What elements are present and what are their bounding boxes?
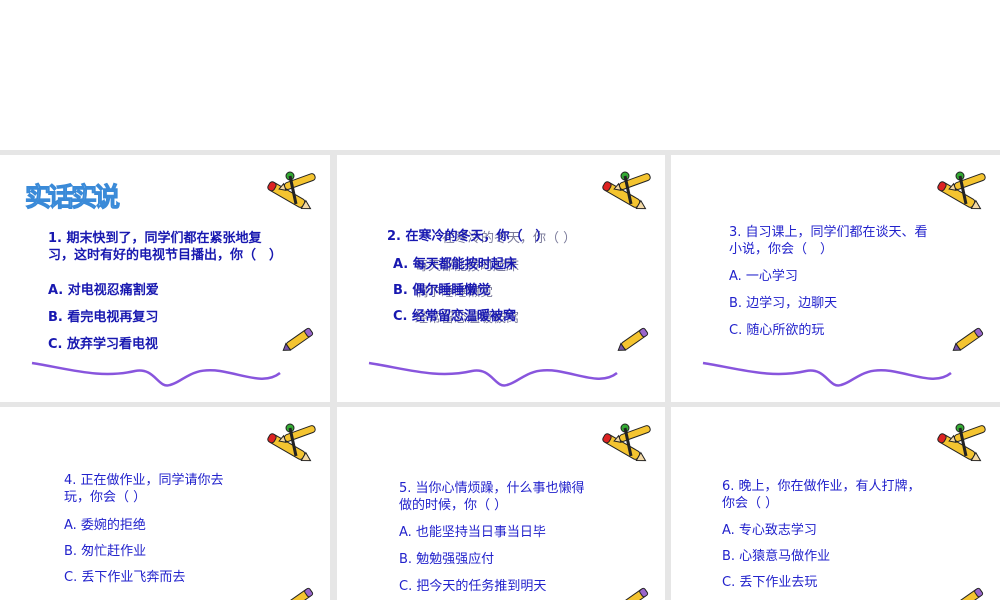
option-b: B. 看完电视再复习 [48, 310, 159, 325]
slide-title: 实话实说 [24, 183, 120, 214]
option-a: A. 一心学习 [729, 269, 798, 284]
question-text: 你会（ ） [722, 496, 779, 511]
option-c: C. 把今天的任务推到明天 [399, 579, 547, 594]
question-text: 1. 期末快到了，同学们都在紧张地复 [48, 231, 262, 246]
option-c: C. 随心所欲的玩 [729, 323, 825, 338]
top-blank-area [0, 0, 1000, 150]
pencil-clipart-icon [950, 585, 986, 600]
option-b: B. 边学习，边聊天 [729, 296, 838, 311]
option-b: B. 匆忙赶作业 [64, 544, 147, 559]
wave-divider [368, 361, 618, 387]
question-text: 2. 在寒冷的冬天，你（ ） [387, 229, 549, 244]
question-text: 6. 晚上，你在做作业，有人打牌， [722, 479, 921, 494]
option-a: A. 专心致志学习 [722, 523, 817, 538]
pencil-clipart-icon [280, 585, 316, 600]
pencils-clipart-icon [266, 422, 320, 466]
question-text: 小说，你会（ ） [729, 242, 834, 257]
pencils-clipart-icon [601, 422, 655, 466]
wave-divider [702, 361, 952, 387]
pencils-clipart-icon [936, 170, 990, 214]
pencil-clipart-icon [615, 585, 651, 600]
slide-thumbnail-6[interactable]: 6. 晚上，你在做作业，有人打牌， 你会（ ） A. 专心致志学习 B. 心猿意马做作… [671, 407, 1000, 600]
pencils-clipart-icon [936, 422, 990, 466]
option-c: C. 丢下作业飞奔而去 [64, 570, 186, 585]
wave-divider [31, 361, 281, 387]
pencils-clipart-icon [266, 170, 320, 214]
option-a: A. 对电视忍痛割爱 [48, 283, 159, 298]
slide-thumbnail-5[interactable]: 5. 当你心情烦躁，什么事也懒得 做的时候，你（ ） A. 也能坚持当日事当日毕 B.… [337, 407, 665, 600]
slide-thumbnail-4[interactable]: 4. 正在做作业，同学请你去 玩，你会（ ） A. 委婉的拒绝 B. 匆忙赶作业 C. … [0, 407, 330, 600]
slide-thumbnail-2[interactable]: 在寒冷的冬天，你（ ）每天都能按时起床 偶尔睡睡懒觉 经常留恋温暖被窝 2. 在寒冷的… [337, 155, 665, 402]
option-c: C. 放弃学习看电视 [48, 337, 159, 352]
option-c: C. 丢下作业去玩 [722, 575, 818, 590]
option-b: B. 心猿意马做作业 [722, 549, 831, 564]
question-text: 4. 正在做作业，同学请你去 [64, 473, 224, 488]
option-a: A. 每天都能按时起床 [393, 257, 517, 272]
option-a: A. 也能坚持当日事当日毕 [399, 525, 546, 540]
question-text: 3. 自习课上，同学们都在谈天、看 [729, 225, 928, 240]
slide-thumbnail-3[interactable]: 3. 自习课上，同学们都在谈天、看 小说，你会（ ） A. 一心学习 B. 边学习，边… [671, 155, 1000, 402]
option-a: A. 委婉的拒绝 [64, 518, 146, 533]
pencils-clipart-icon [601, 170, 655, 214]
question-text: 习，这时有好的电视节目播出，你（ ） [48, 248, 283, 263]
option-b: B. 偶尔睡睡懒觉 [393, 283, 491, 298]
pencil-clipart-icon [615, 325, 651, 359]
question-text: 玩，你会（ ） [64, 490, 147, 505]
option-b: B. 勉勉强强应付 [399, 552, 495, 567]
question-text: 5. 当你心情烦躁，什么事也懒得 [399, 481, 585, 496]
option-c: C. 经常留恋温暖被窝 [393, 309, 517, 324]
pencil-clipart-icon [950, 325, 986, 359]
pencil-clipart-icon [280, 325, 316, 359]
slide-thumbnail-1[interactable]: 实话实说 1. 期末快到了，同学们都在紧张地复习，这时有好的电视节目播出，你（ ）… [0, 155, 330, 402]
question-text: 做的时候，你（ ） [399, 498, 508, 513]
